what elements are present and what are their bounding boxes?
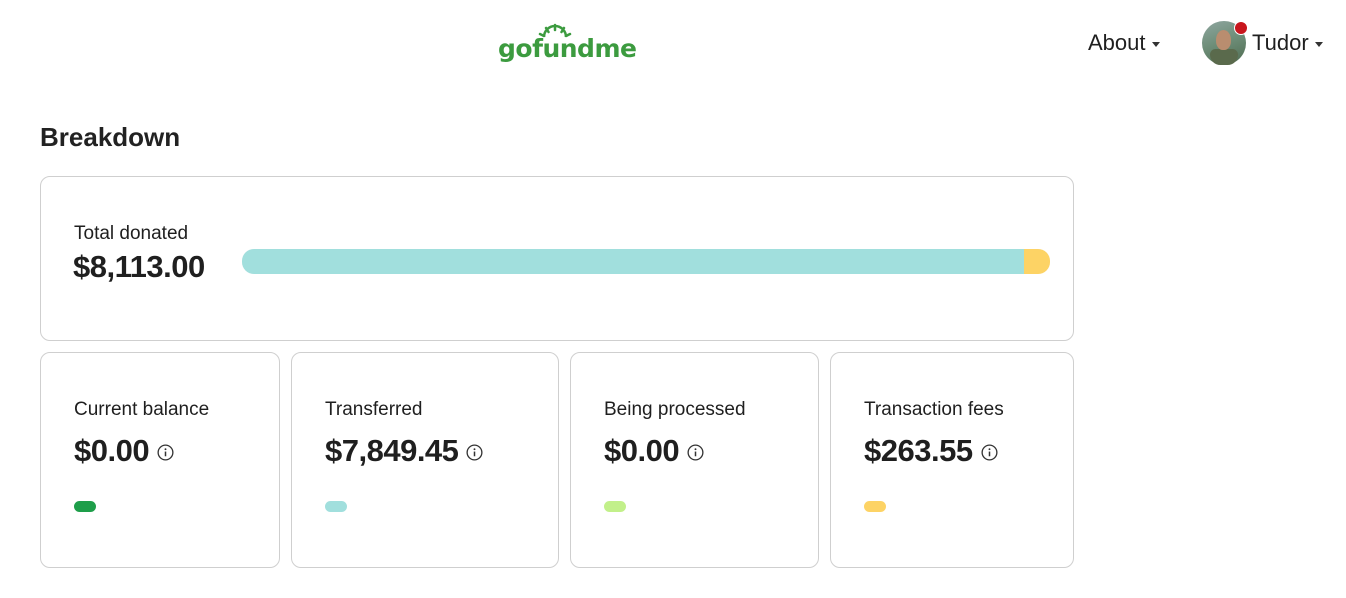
notification-dot bbox=[1234, 21, 1248, 35]
avatar-body-shape bbox=[1210, 49, 1238, 65]
being-processed-label: Being processed bbox=[604, 399, 746, 420]
being-processed-legend bbox=[604, 501, 626, 512]
being-processed-amount: $0.00 bbox=[604, 433, 680, 468]
current-balance-amount: $0.00 bbox=[74, 433, 150, 468]
being-processed-card: Being processed $0.00 bbox=[570, 352, 819, 568]
top-header: gofundme About Tudor bbox=[0, 0, 1346, 90]
info-icon[interactable] bbox=[981, 444, 998, 461]
transaction-fees-card: Transaction fees $263.55 bbox=[830, 352, 1074, 568]
info-icon[interactable] bbox=[157, 444, 174, 461]
transaction-fees-amount: $263.55 bbox=[864, 433, 973, 468]
transferred-amount: $7,849.45 bbox=[325, 433, 459, 468]
transaction-fees-label: Transaction fees bbox=[864, 399, 1004, 420]
transferred-label: Transferred bbox=[325, 399, 423, 420]
current-balance-card: Current balance $0.00 bbox=[40, 352, 280, 568]
chevron-down-icon bbox=[1314, 41, 1323, 47]
transferred-legend bbox=[325, 501, 347, 512]
current-balance-label: Current balance bbox=[74, 399, 210, 420]
total-donated-card: Total donated $8,113.00 bbox=[40, 176, 1074, 341]
logo-text: gofundme bbox=[498, 34, 637, 63]
current-balance-legend bbox=[74, 501, 96, 512]
avatar-face-shape bbox=[1216, 30, 1231, 50]
avatar[interactable] bbox=[1202, 21, 1248, 65]
info-icon[interactable] bbox=[687, 444, 704, 461]
chevron-down-icon bbox=[1151, 41, 1160, 47]
bar-segment-transferred bbox=[242, 249, 1024, 274]
user-menu[interactable]: Tudor bbox=[1202, 21, 1323, 65]
bar-segment-transaction-fees bbox=[1023, 249, 1050, 274]
transaction-fees-legend bbox=[864, 501, 886, 512]
about-menu[interactable]: About bbox=[1088, 30, 1160, 56]
gofundme-logo[interactable]: gofundme bbox=[498, 22, 637, 66]
page-title: Breakdown bbox=[40, 122, 181, 152]
about-label: About bbox=[1088, 30, 1146, 55]
total-donated-label: Total donated bbox=[74, 223, 189, 244]
user-name: Tudor bbox=[1252, 30, 1309, 55]
transferred-card: Transferred $7,849.45 bbox=[291, 352, 559, 568]
donation-breakdown-bar bbox=[242, 249, 1050, 274]
info-icon[interactable] bbox=[466, 444, 483, 461]
total-donated-amount: $8,113.00 bbox=[73, 249, 205, 284]
